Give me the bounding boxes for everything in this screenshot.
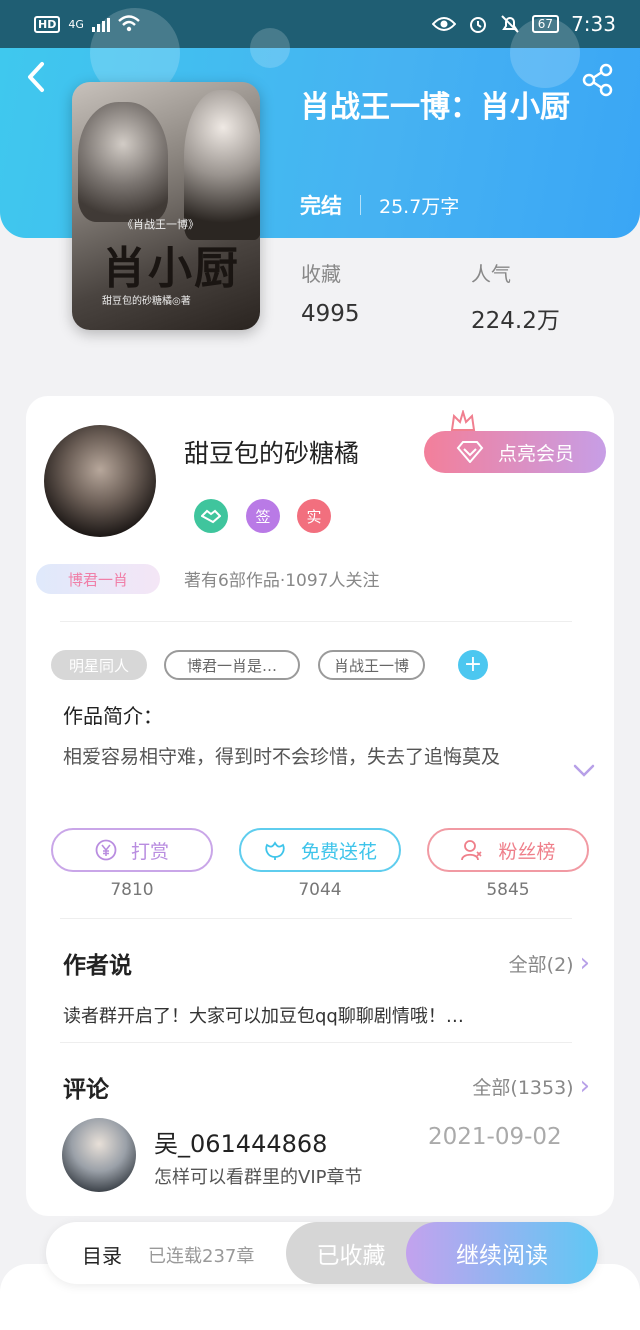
- continue-reading-button[interactable]: 继续阅读: [406, 1222, 598, 1284]
- cover-figure-left: [78, 102, 168, 222]
- cover-series: 《肖战王一博》: [122, 218, 199, 231]
- clock: 7:33: [571, 12, 616, 36]
- stat-label: 人气: [471, 262, 511, 286]
- book-status: 完结: [300, 194, 342, 218]
- serial-status[interactable]: 已连载237章: [148, 1242, 254, 1268]
- hd-indicator: HD: [34, 15, 61, 33]
- tip-label: 打赏: [130, 840, 169, 863]
- comment-text[interactable]: 怎样可以看群里的VIP章节: [154, 1163, 362, 1189]
- author-says-text[interactable]: 读者群开启了！大家可以加豆包qq聊聊剧情哦！…: [63, 1002, 464, 1028]
- yen-icon: [95, 839, 117, 861]
- book-cover[interactable]: 《肖战王一博》 肖小厨 甜豆包的砂糖橘◎著: [72, 82, 260, 330]
- divider: [60, 918, 572, 919]
- stat-collections: 收藏 4995: [301, 258, 360, 327]
- author-name[interactable]: 甜豆包的砂糖橘: [184, 434, 359, 470]
- intro-text: 相爱容易相守难，得到时不会珍惜，失去了追悔莫及: [63, 746, 501, 768]
- tip-button[interactable]: 打赏: [51, 828, 213, 872]
- book-meta: 完结 25.7万字: [300, 190, 459, 220]
- fan-ranking-button[interactable]: 粉丝榜: [427, 828, 589, 872]
- fan-ranking-label: 粉丝榜: [498, 840, 556, 863]
- author-avatar[interactable]: [44, 425, 156, 537]
- tag-item[interactable]: 明星同人: [51, 650, 147, 680]
- tip-count: 7810: [110, 880, 154, 900]
- author-says-more-label: 全部(2): [508, 953, 574, 976]
- verified-badge: 实: [297, 499, 331, 533]
- toc-button[interactable]: 目录: [82, 1240, 122, 1269]
- comment-avatar[interactable]: [62, 1118, 136, 1192]
- handshake-icon: [194, 499, 228, 533]
- book-title: 肖战王一博：肖小厨: [300, 90, 570, 125]
- stat-value: 224.2万: [471, 308, 560, 334]
- sign-badge: 签: [246, 499, 280, 533]
- chevron-right-icon: ›: [579, 1071, 590, 1101]
- cover-author: 甜豆包的砂糖橘◎著: [102, 296, 191, 307]
- intro-label: 作品简介：: [63, 704, 163, 728]
- author-stats: 著有6部作品·1097人关注: [184, 571, 380, 591]
- tag-item[interactable]: 博君一肖是…: [164, 650, 300, 680]
- back-button[interactable]: [22, 60, 52, 94]
- comment-user[interactable]: 吴_061444868: [154, 1124, 327, 1159]
- flower-count: 7044: [298, 880, 342, 900]
- comments-more-label: 全部(1353): [472, 1076, 574, 1099]
- comments-more-link[interactable]: 全部(1353) ›: [472, 1071, 590, 1101]
- chevron-right-icon: ›: [579, 948, 590, 978]
- chevron-left-icon: [28, 62, 44, 92]
- network-type: 4G: [68, 17, 84, 31]
- alarm-icon: [469, 17, 486, 33]
- user-rank-icon: [461, 840, 483, 861]
- add-tag-button[interactable]: +: [458, 650, 488, 680]
- chevron-down-icon[interactable]: [572, 760, 596, 780]
- comments-title: 评论: [63, 1077, 109, 1103]
- stat-popularity: 人气 224.2万: [471, 258, 560, 335]
- crown-icon: [450, 410, 476, 431]
- cover-title: 肖小厨: [102, 243, 240, 294]
- fan-badge: 博君一肖: [36, 564, 160, 594]
- fan-ranking-count: 5845: [486, 880, 530, 900]
- diamond-icon: [456, 441, 484, 463]
- author-says-title: 作者说: [63, 953, 132, 979]
- comment-date: 2021-09-02: [428, 1124, 562, 1150]
- vip-button[interactable]: 点亮会员: [424, 431, 606, 473]
- stat-label: 收藏: [301, 262, 341, 286]
- word-count: 25.7万字: [379, 195, 460, 218]
- stat-value: 4995: [301, 301, 360, 327]
- eye-icon: [431, 17, 456, 31]
- send-flower-label: 免费送花: [300, 840, 377, 863]
- author-says-more-link[interactable]: 全部(2) ›: [509, 948, 590, 978]
- meta-divider: [360, 195, 361, 215]
- send-flower-button[interactable]: 免费送花: [239, 828, 401, 872]
- divider: [60, 1042, 572, 1043]
- flower-icon: [265, 841, 285, 860]
- divider: [60, 621, 572, 622]
- tag-item[interactable]: 肖战王一博: [318, 650, 425, 680]
- vip-button-label: 点亮会员: [497, 442, 574, 465]
